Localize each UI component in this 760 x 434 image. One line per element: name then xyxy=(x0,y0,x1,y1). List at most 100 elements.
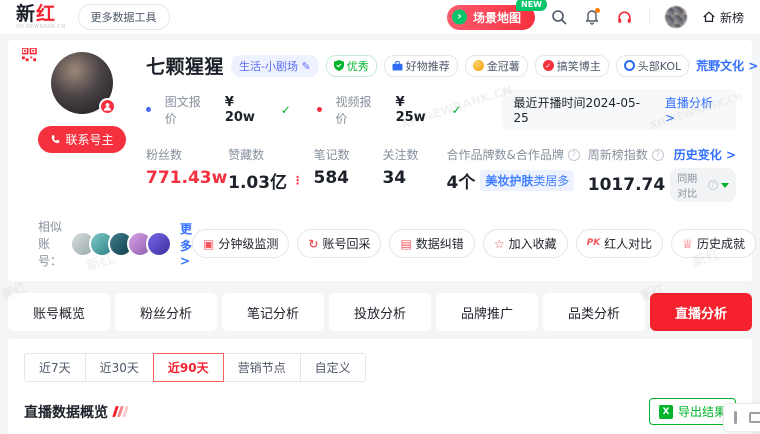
question-icon: ? xyxy=(708,180,718,190)
last-live-time: 最近开播时间2024-05-25 xyxy=(514,94,649,125)
coin-icon xyxy=(473,60,484,71)
history-achievement-button[interactable]: ♕历史成就 xyxy=(671,229,756,258)
logo-text: 新 xyxy=(16,3,36,25)
blue-dot-icon xyxy=(146,107,151,112)
user-avatar[interactable] xyxy=(665,6,687,28)
logo-text-red: 红 xyxy=(36,3,56,25)
home-label: 新榜 xyxy=(720,9,744,26)
category-badge[interactable]: 生活-小剧场 ✎ xyxy=(231,55,319,77)
similar-avatars[interactable] xyxy=(70,231,172,257)
trophy-icon: ♕ xyxy=(682,238,693,250)
smile-icon: ✓ xyxy=(543,60,554,71)
top-kol-badge: 头部KOL xyxy=(616,55,689,77)
tab-brand-promotion[interactable]: 品牌推广 xyxy=(436,293,538,331)
data-correction-button[interactable]: ▤数据纠错 xyxy=(389,229,474,258)
range-90d[interactable]: 近90天 xyxy=(153,353,224,382)
stat-likes: 赞藏数 1.03亿⋮ xyxy=(228,146,313,202)
star-icon: ☆ xyxy=(494,238,505,250)
divider xyxy=(649,9,650,25)
similar-accounts-label: 相似账号： xyxy=(38,218,62,269)
account-name: 七颗猩猩 xyxy=(146,52,224,79)
range-custom[interactable]: 自定义 xyxy=(300,353,366,382)
question-icon[interactable]: ? xyxy=(568,149,580,161)
triangle-down-icon xyxy=(721,183,729,188)
goods-badge: 好物推荐 xyxy=(384,55,458,77)
tab-account-overview[interactable]: 账号概览 xyxy=(8,293,110,331)
floating-toolbar[interactable] xyxy=(723,403,760,432)
main-tabs: 账号概览 粉丝分析 笔记分析 投放分析 品牌推广 品类分析 直播分析 xyxy=(8,293,752,331)
account-recollect-button[interactable]: ↻账号回采 xyxy=(297,229,381,258)
question-icon[interactable]: ? xyxy=(652,149,664,161)
app-logo[interactable]: 新红 XH.NEWRANK.CN xyxy=(16,5,66,30)
decoration-slashes xyxy=(114,406,127,417)
home-icon xyxy=(702,10,716,24)
stat-notes: 笔记数 584 xyxy=(314,146,383,202)
profile-avatar xyxy=(51,52,113,114)
live-analysis-panel: 近7天 近30天 近90天 营销节点 自定义 直播数据概览 X 导出结果 直播概… xyxy=(8,339,752,434)
logo-subtitle: XH.NEWRANK.CN xyxy=(16,25,66,30)
headset-icon[interactable] xyxy=(616,8,634,26)
scene-map-button[interactable]: › 场景地图 NEW xyxy=(447,5,535,30)
phone-icon xyxy=(50,134,61,145)
image-price-label: 图文报价 xyxy=(165,93,211,127)
image-price-value: ¥ 20w xyxy=(225,95,267,125)
last-live-box: 最近开播时间2024-05-25 直播分析 > xyxy=(502,89,737,130)
document-icon: ▤ xyxy=(400,238,411,250)
check-icon: ✓ xyxy=(451,103,461,117)
section-title: 直播数据概览 xyxy=(24,402,127,422)
top-navbar: 新红 XH.NEWRANK.CN 更多数据工具 › 场景地图 NEW 新榜 xyxy=(0,0,760,34)
funny-blogger-badge: ✓ 搞笑博主 xyxy=(535,55,609,77)
add-favorite-button[interactable]: ☆加入收藏 xyxy=(483,229,568,258)
range-30d[interactable]: 近30天 xyxy=(85,353,154,382)
profile-card: 联系号主 七颗猩猩 生活-小剧场 ✎ 优秀 好物推荐 xyxy=(8,40,752,281)
search-icon[interactable] xyxy=(550,8,568,26)
person-badge-icon xyxy=(99,98,116,115)
monitor-icon: ▣ xyxy=(203,238,214,250)
more-data-tools-button[interactable]: 更多数据工具 xyxy=(78,4,170,30)
red-dot-icon xyxy=(317,107,322,112)
pk-icon: PK xyxy=(587,239,601,248)
arrow-right-icon: › xyxy=(452,10,467,25)
video-price-label: 视频报价 xyxy=(336,93,382,127)
contact-label: 联系号主 xyxy=(65,131,113,148)
target-icon xyxy=(624,60,635,71)
stat-newrank-index: 周新榜指数?历史变化 > 1017.74 同期对比? xyxy=(588,146,736,202)
qr-code-icon[interactable] xyxy=(22,48,37,63)
notification-dot xyxy=(595,8,600,13)
newrank-home-link[interactable]: 新榜 xyxy=(702,9,744,26)
period-compare-toggle[interactable]: 同期对比? xyxy=(670,168,736,202)
stat-follows: 关注数 34 xyxy=(382,146,446,202)
minute-monitor-button[interactable]: ▣分钟级监测 xyxy=(192,229,289,258)
shield-icon xyxy=(334,60,344,71)
contact-owner-button[interactable]: 联系号主 xyxy=(38,126,125,153)
live-analysis-link[interactable]: 直播分析 > xyxy=(665,94,724,125)
brand-category-tag[interactable]: 美妆护肤类居多 xyxy=(480,170,574,191)
briefcase-icon xyxy=(392,61,403,71)
refresh-icon: ↻ xyxy=(308,238,318,250)
tab-notes-analysis[interactable]: 笔记分析 xyxy=(222,293,324,331)
tab-category-analysis[interactable]: 品类分析 xyxy=(543,293,645,331)
panel-icon[interactable] xyxy=(749,412,760,423)
similar-more-link[interactable]: 更多> xyxy=(180,220,192,268)
kol-compare-button[interactable]: PK红人对比 xyxy=(576,229,664,258)
range-marketing-nodes[interactable]: 营销节点 xyxy=(223,353,301,382)
gold-crown-badge: 金冠薯 xyxy=(465,55,528,77)
stat-fans: 粉丝数 771.43w xyxy=(146,146,228,202)
hot-indicator-icon[interactable]: ⋮ xyxy=(292,174,303,187)
excel-icon: X xyxy=(659,405,673,419)
stat-brands: 合作品牌数&合作品牌? 4个 美妆护肤类居多 xyxy=(447,146,588,202)
new-badge: NEW xyxy=(516,0,547,11)
mcn-link[interactable]: 荒野文化 > xyxy=(696,57,758,74)
tab-live-analysis[interactable]: 直播分析 xyxy=(650,293,752,331)
drag-handle-icon[interactable] xyxy=(734,411,737,424)
range-7d[interactable]: 近7天 xyxy=(24,353,86,382)
date-range-tabs: 近7天 近30天 近90天 营销节点 自定义 xyxy=(24,353,366,382)
video-price-value: ¥ 25w xyxy=(396,95,438,125)
tab-fans-analysis[interactable]: 粉丝分析 xyxy=(115,293,217,331)
quality-badge: 优秀 xyxy=(326,55,377,77)
bell-icon[interactable] xyxy=(583,8,601,26)
similar-avatar[interactable] xyxy=(146,231,172,257)
check-icon: ✓ xyxy=(281,103,291,117)
history-change-link[interactable]: 历史变化 > xyxy=(674,146,736,163)
tab-placement-analysis[interactable]: 投放分析 xyxy=(329,293,431,331)
